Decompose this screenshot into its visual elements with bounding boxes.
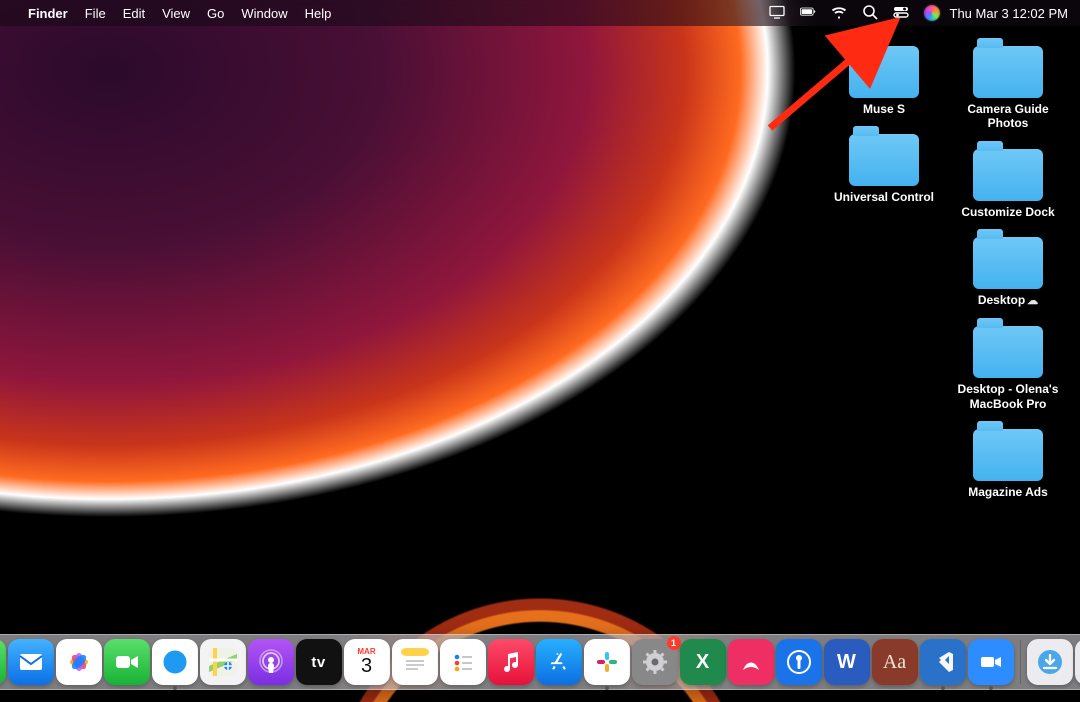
menu-help[interactable]: Help (305, 6, 332, 21)
desktop-folder-label: Universal Control (834, 190, 934, 204)
menu-view[interactable]: View (162, 6, 190, 21)
dock-safari[interactable] (152, 639, 198, 685)
dock-appstore[interactable] (536, 639, 582, 685)
spotlight-icon[interactable] (862, 4, 878, 23)
dock-word[interactable]: W (824, 639, 870, 685)
wifi-icon[interactable] (831, 4, 847, 23)
dock-vscode[interactable] (920, 639, 966, 685)
menubar-status-icons (769, 4, 940, 23)
dock-maps[interactable] (200, 639, 246, 685)
desktop-folder-label: Desktop - Olena's MacBook Pro (949, 382, 1067, 411)
menu-file[interactable]: File (85, 6, 106, 21)
folder-icon (849, 46, 919, 98)
cloud-icon: ☁︎ (1027, 295, 1038, 307)
folder-icon (973, 237, 1043, 289)
dock-podcasts[interactable] (248, 639, 294, 685)
dock-recent1[interactable] (1075, 639, 1080, 685)
menu-go[interactable]: Go (207, 6, 224, 21)
dock-separator (1020, 640, 1021, 684)
display-icon[interactable] (769, 4, 785, 23)
desktop-folder-muse-s[interactable]: Muse S (824, 46, 944, 116)
siri-icon[interactable] (924, 5, 940, 21)
dock-pixelmator[interactable] (728, 639, 774, 685)
folder-icon (973, 326, 1043, 378)
running-indicator-icon (989, 686, 993, 690)
desktop-folder-desktop-olena[interactable]: Desktop - Olena's MacBook Pro (948, 326, 1068, 411)
desktop-folder-desktop-cloud[interactable]: Desktop☁︎ (948, 237, 1068, 308)
dock-downloads[interactable] (1027, 639, 1073, 685)
menu-edit[interactable]: Edit (123, 6, 145, 21)
dock-notes[interactable] (392, 639, 438, 685)
control-center-icon[interactable] (893, 4, 909, 23)
dock-zoom[interactable] (968, 639, 1014, 685)
folder-icon (973, 429, 1043, 481)
dock-slack[interactable] (584, 639, 630, 685)
desktop-folder-label: Desktop☁︎ (978, 293, 1038, 308)
dock-mail[interactable] (8, 639, 54, 685)
dock-system-preferences[interactable]: 1 (632, 639, 678, 685)
dock-wrap: tvMAR3 1X WAa (0, 634, 1080, 698)
folder-icon (849, 134, 919, 186)
running-indicator-icon (941, 686, 945, 690)
dock-dictionary[interactable]: Aa (872, 639, 918, 685)
dock: tvMAR3 1X WAa (0, 634, 1080, 690)
dock-music[interactable] (488, 639, 534, 685)
badge: 1 (667, 636, 681, 650)
dock-excel[interactable]: X (680, 639, 726, 685)
menubar-clock[interactable]: Thu Mar 3 12:02 PM (950, 6, 1069, 21)
dock-facetime[interactable] (104, 639, 150, 685)
app-menus: Finder File Edit View Go Window Help (28, 6, 331, 21)
running-indicator-icon (605, 686, 609, 690)
desktop-folder-magazine-ads[interactable]: Magazine Ads (948, 429, 1068, 499)
desktop-folder-camera-guide-photos[interactable]: Camera Guide Photos (948, 46, 1068, 131)
dock-messages[interactable] (0, 639, 6, 685)
dock-reminders[interactable] (440, 639, 486, 685)
desktop-folder-universal-control[interactable]: Universal Control (824, 134, 944, 204)
dock-1password[interactable] (776, 639, 822, 685)
desktop-folder-label: Camera Guide Photos (949, 102, 1067, 131)
running-indicator-icon (173, 686, 177, 690)
desktop-folder-label: Muse S (863, 102, 905, 116)
menu-window[interactable]: Window (241, 6, 287, 21)
dock-photos[interactable] (56, 639, 102, 685)
desktop-folder-label: Magazine Ads (968, 485, 1048, 499)
dock-calendar[interactable]: MAR3 (344, 639, 390, 685)
desktop-folder-label: Customize Dock (961, 205, 1054, 219)
folder-icon (973, 46, 1043, 98)
menubar: Finder File Edit View Go Window Help Thu… (0, 0, 1080, 26)
battery-icon[interactable] (800, 4, 816, 23)
menu-finder[interactable]: Finder (28, 6, 68, 21)
desktop-folder-customize-dock[interactable]: Customize Dock (948, 149, 1068, 219)
folder-icon (973, 149, 1043, 201)
dock-tv[interactable]: tv (296, 639, 342, 685)
